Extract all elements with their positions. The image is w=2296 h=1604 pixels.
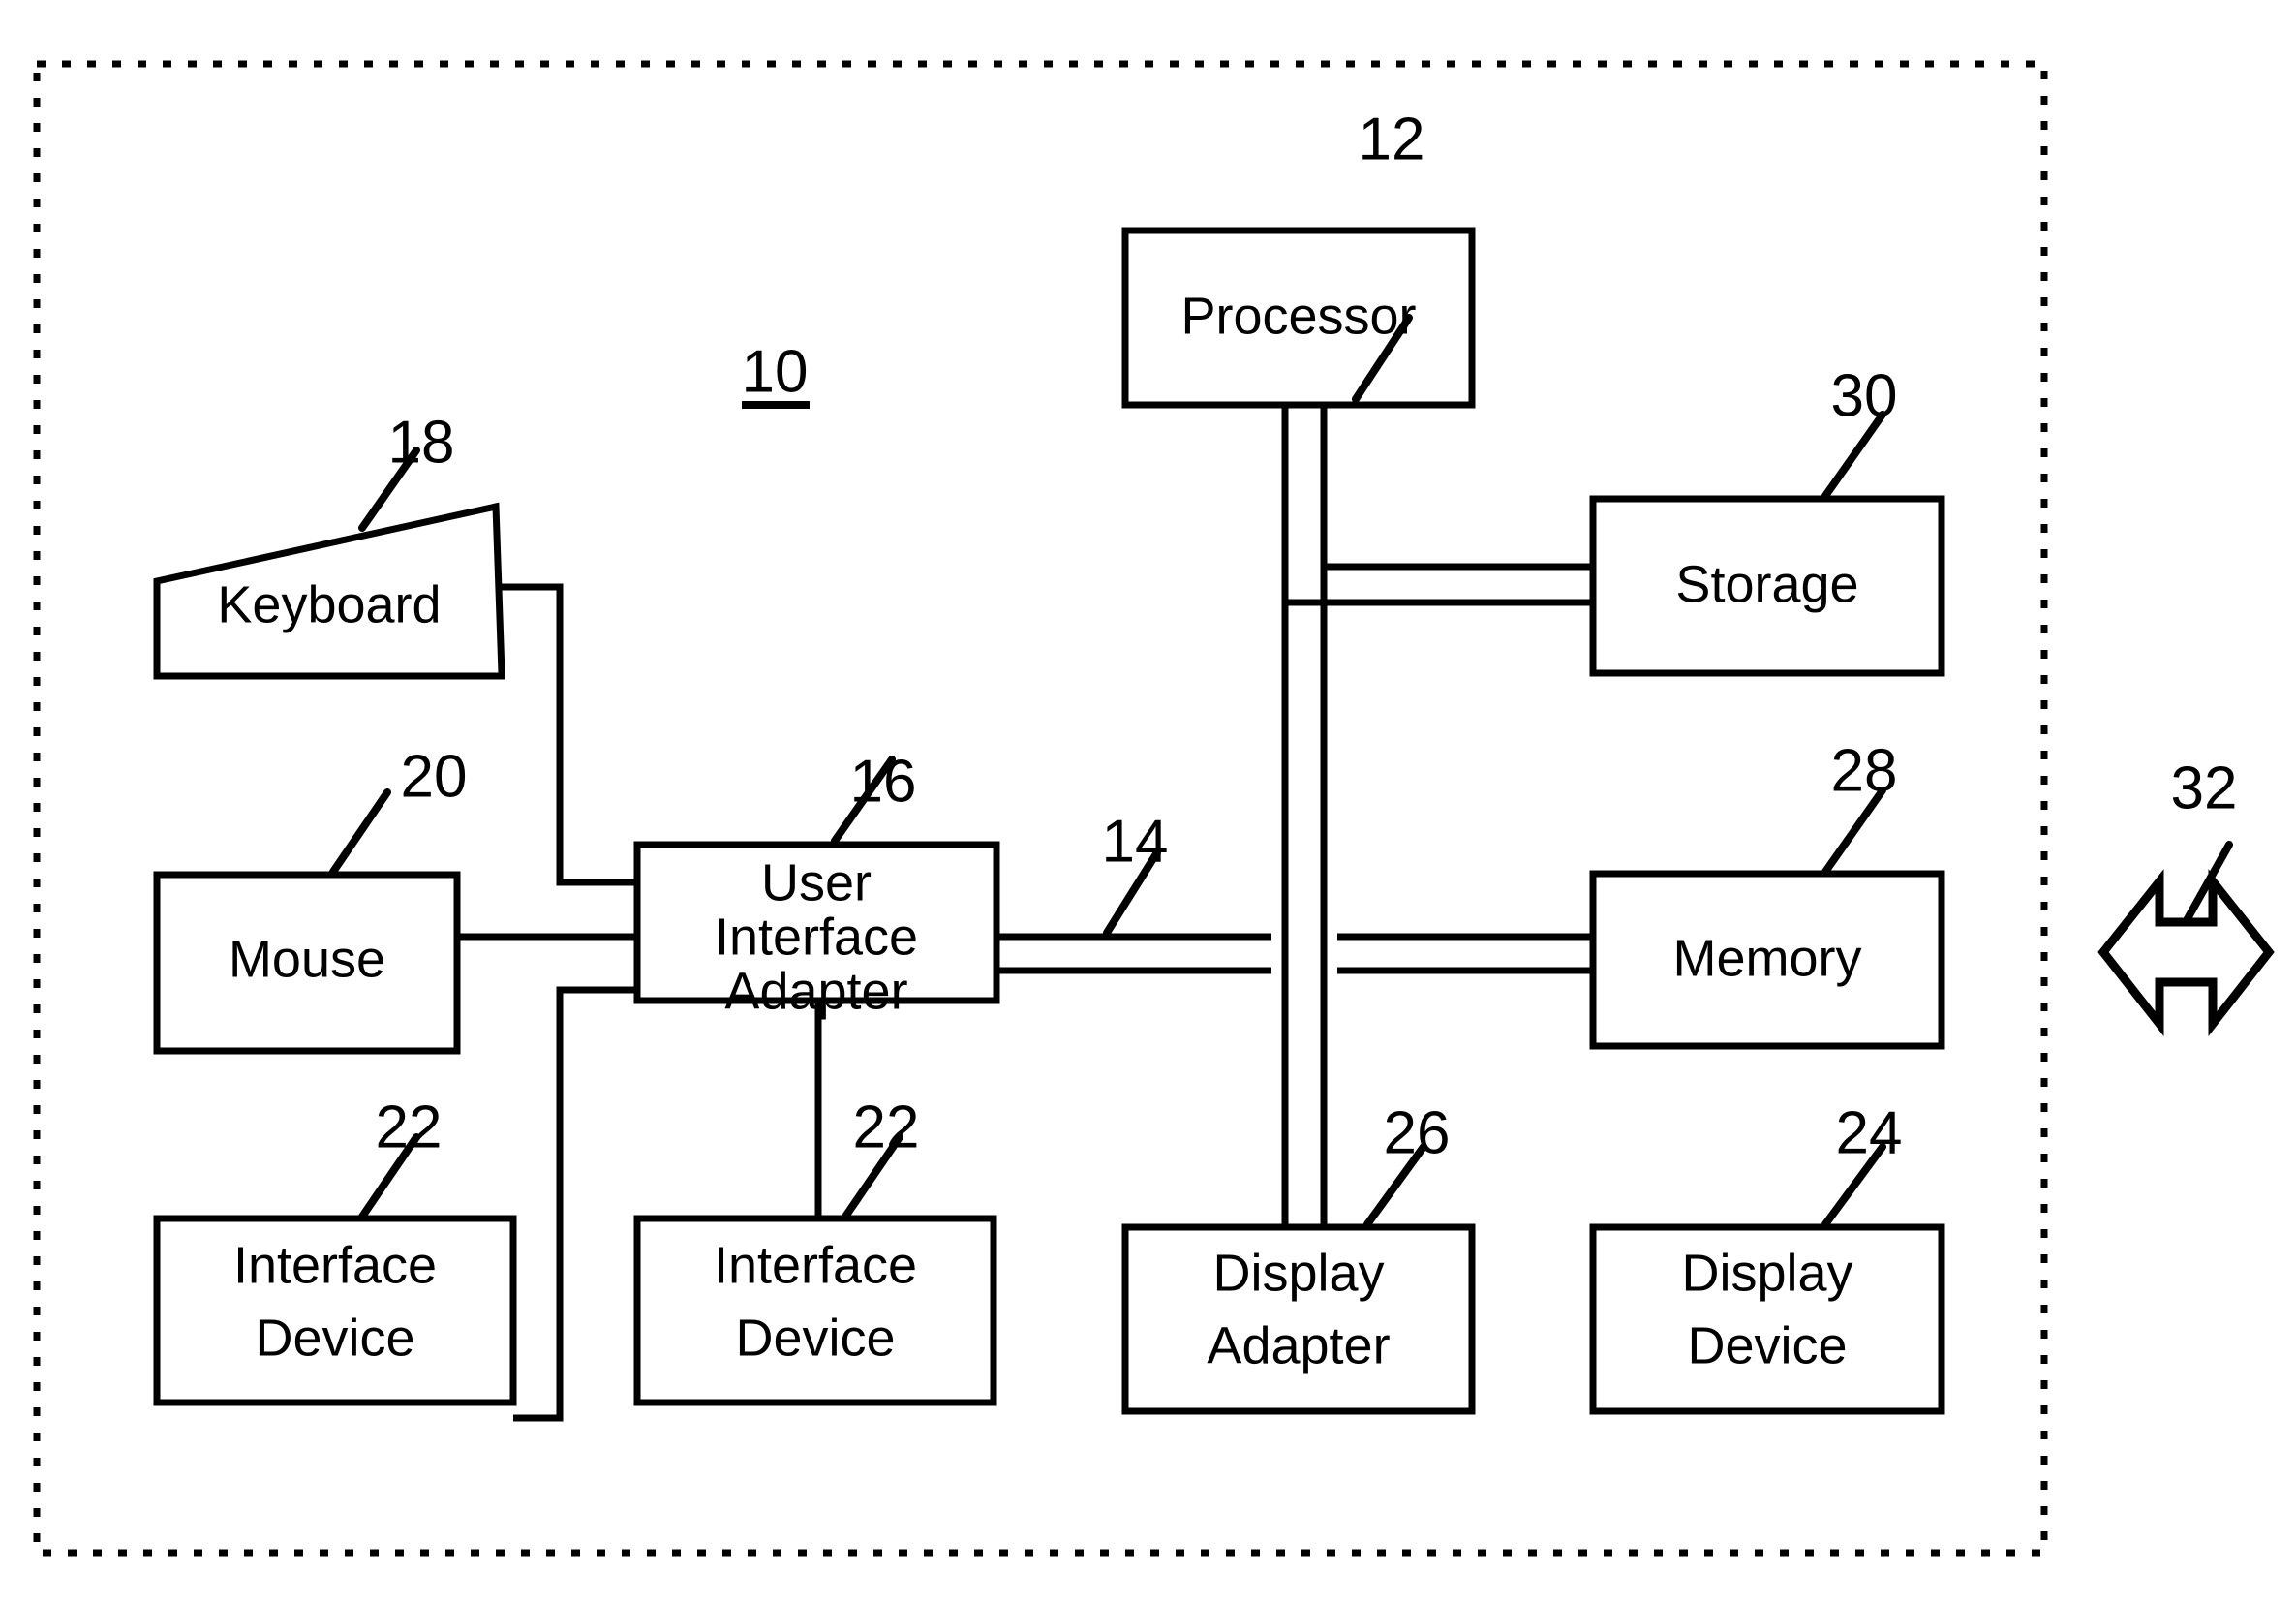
- block-display-device-label-line2: Device: [1687, 1316, 1847, 1374]
- ref-24: 24: [1836, 1099, 1903, 1166]
- leader-mouse: [329, 788, 391, 876]
- figure-canvas: Processor Storage Memory User Interface …: [0, 0, 2296, 1604]
- wire-interfacedevice-left-to-uiadapter: [513, 986, 637, 1422]
- ref-30: 30: [1831, 362, 1898, 429]
- block-display-device-label-line1: Display: [1681, 1244, 1852, 1302]
- external-interface-double-arrow-icon: [2097, 869, 2275, 1037]
- ref-20: 20: [401, 743, 468, 810]
- block-ui-adapter-label-line3: Adapter: [724, 962, 907, 1020]
- block-interface-device-left-label-line2: Device: [255, 1309, 414, 1367]
- block-ui-adapter-label-line2: Interface: [715, 908, 918, 966]
- ref-14: 14: [1102, 808, 1169, 875]
- ref-10: 10: [742, 338, 809, 405]
- block-memory-label: Memory: [1672, 929, 1861, 987]
- ref-16: 16: [850, 748, 917, 815]
- ref-22-left: 22: [376, 1094, 443, 1160]
- block-interface-device-mid-label-line2: Device: [735, 1309, 895, 1367]
- ref-32: 32: [2171, 755, 2238, 821]
- block-ui-adapter-label-line1: User: [761, 853, 872, 911]
- block-processor-label: Processor: [1180, 287, 1416, 345]
- ref-12: 12: [1359, 106, 1425, 172]
- block-diagram: Processor Storage Memory User Interface …: [33, 60, 2275, 1557]
- block-interface-device-mid-label-line1: Interface: [714, 1236, 917, 1294]
- block-keyboard-label: Keyboard: [217, 575, 441, 633]
- block-mouse-label: Mouse: [229, 930, 385, 988]
- block-display-adapter-label-line1: Display: [1212, 1244, 1384, 1302]
- block-storage-label: Storage: [1675, 555, 1858, 613]
- ref-28: 28: [1831, 737, 1898, 804]
- block-display-adapter-label-line2: Adapter: [1207, 1316, 1390, 1374]
- ref-18: 18: [388, 409, 455, 476]
- block-interface-device-left-label-line1: Interface: [233, 1236, 437, 1294]
- wire-keyboard-to-uiadapter: [502, 583, 637, 886]
- ref-22-mid: 22: [853, 1094, 920, 1160]
- ref-26: 26: [1384, 1099, 1451, 1166]
